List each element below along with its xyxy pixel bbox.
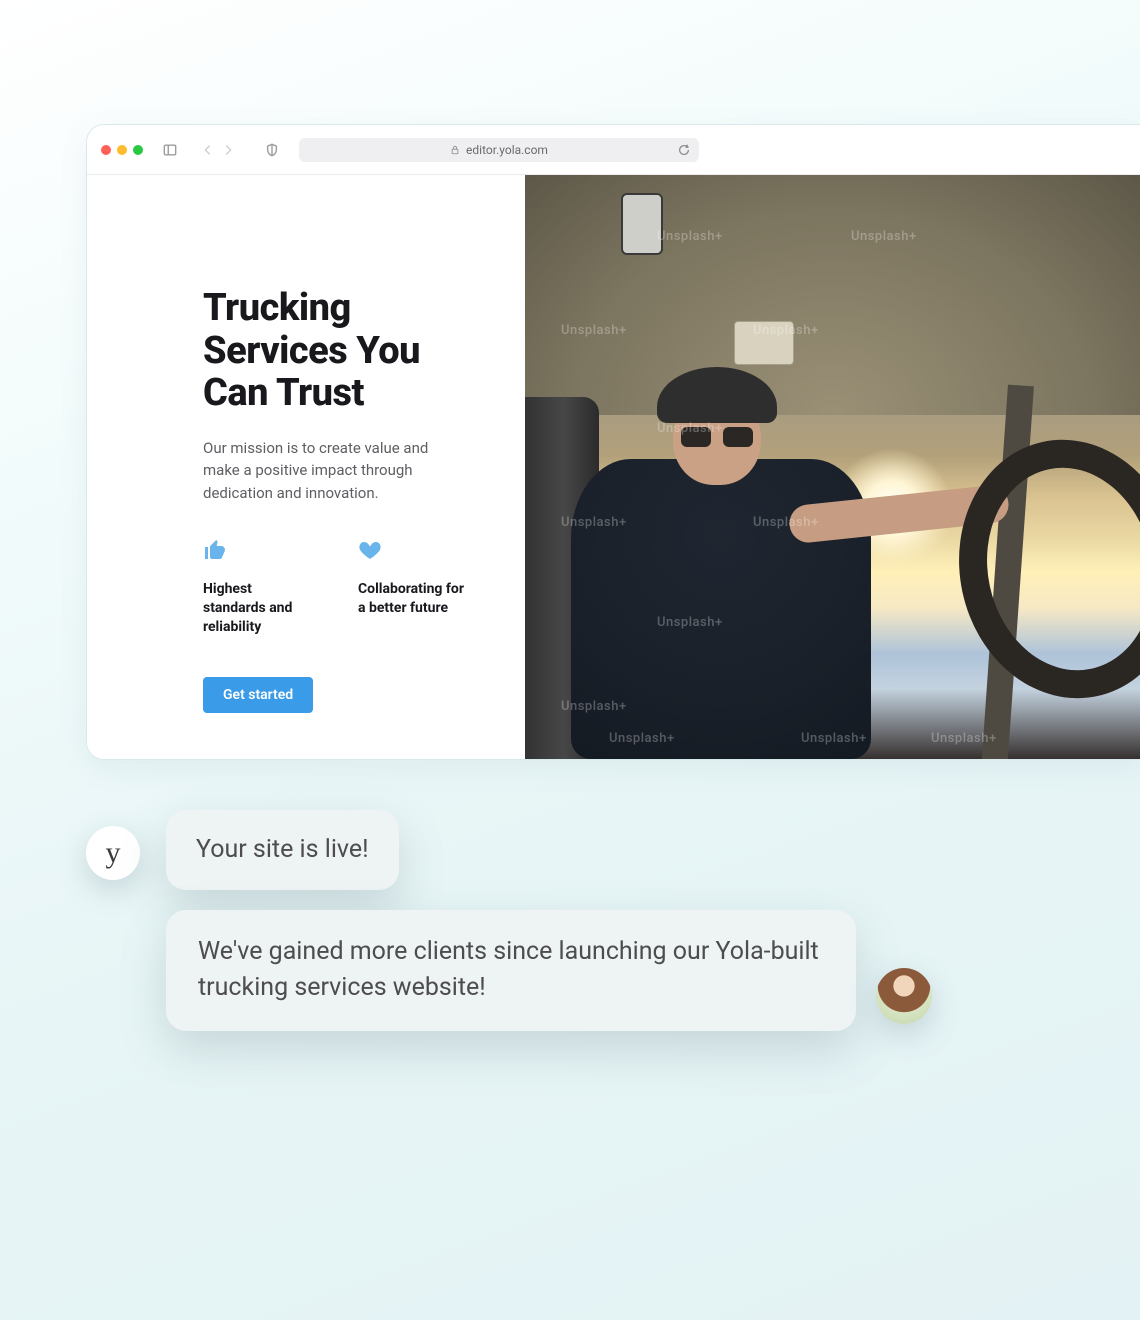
hero-title: Trucking Services You Can Trust <box>203 287 473 415</box>
watermark: Unsplash+ <box>657 615 723 630</box>
nav-forward-button[interactable] <box>219 141 237 159</box>
hero-image: Unsplash+ Unsplash+ Unsplash+ Unsplash+ … <box>525 175 1140 759</box>
watermark: Unsplash+ <box>657 229 723 244</box>
cta-label: Get started <box>223 687 293 703</box>
lock-icon <box>450 145 460 155</box>
watermark: Unsplash+ <box>801 731 867 746</box>
browser-chrome: editor.yola.com <box>87 125 1140 175</box>
watermark: Unsplash+ <box>931 731 997 746</box>
reload-icon[interactable] <box>677 143 691 157</box>
watermark: Unsplash+ <box>561 323 627 338</box>
watermark: Unsplash+ <box>609 731 675 746</box>
feature-item-collaborating: Collaborating for a better future <box>358 538 473 637</box>
chat-bubble-user: We've gained more clients since launchin… <box>166 910 856 1031</box>
nav-back-button[interactable] <box>199 141 217 159</box>
watermark: Unsplash+ <box>657 421 723 436</box>
watermark: Unsplash+ <box>561 699 627 714</box>
chat-bubble-brand: Your site is live! <box>166 810 399 890</box>
browser-viewport: Trucking Services You Can Trust Our miss… <box>87 175 1140 759</box>
hero-section: Trucking Services You Can Trust Our miss… <box>87 175 525 759</box>
address-bar-host: editor.yola.com <box>466 143 548 157</box>
watermark: Unsplash+ <box>753 515 819 530</box>
brand-avatar: y <box>86 826 140 880</box>
sidebar-toggle-icon[interactable] <box>161 141 179 159</box>
watermark: Unsplash+ <box>851 229 917 244</box>
chat-bubble-text: We've gained more clients since launchin… <box>198 937 819 1002</box>
watermark: Unsplash+ <box>753 323 819 338</box>
window-controls <box>101 145 143 155</box>
heart-icon <box>358 538 473 566</box>
privacy-shield-icon[interactable] <box>263 141 281 159</box>
thumbs-up-icon <box>203 538 318 566</box>
feature-label: Collaborating for a better future <box>358 580 473 618</box>
brand-avatar-letter: y <box>106 836 121 870</box>
feature-item-standards: Highest standards and reliability <box>203 538 318 637</box>
address-bar[interactable]: editor.yola.com <box>299 138 699 162</box>
window-minimize-button[interactable] <box>117 145 127 155</box>
chat-bubble-text: Your site is live! <box>196 835 369 864</box>
window-close-button[interactable] <box>101 145 111 155</box>
browser-window: editor.yola.com Trucking Services You Ca… <box>86 124 1140 760</box>
watermark: Unsplash+ <box>561 515 627 530</box>
get-started-button[interactable]: Get started <box>203 677 313 713</box>
window-zoom-button[interactable] <box>133 145 143 155</box>
hero-subtitle: Our mission is to create value and make … <box>203 437 463 505</box>
feature-label: Highest standards and reliability <box>203 580 318 637</box>
user-avatar <box>876 968 932 1024</box>
